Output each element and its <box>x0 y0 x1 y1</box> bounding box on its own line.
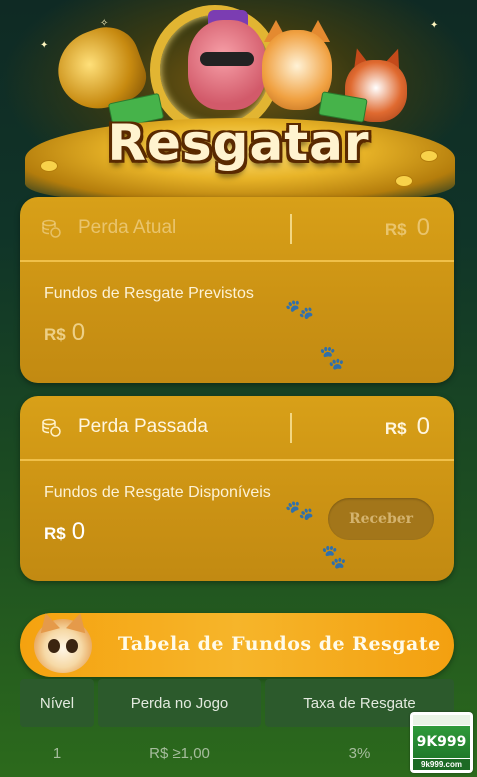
rescue-table-title: Tabela de Fundos de Resgate <box>118 633 441 655</box>
cat-avatar-icon <box>34 610 92 673</box>
expected-funds-amount: 0 <box>71 319 86 346</box>
past-loss-label: Perda Passada <box>78 416 208 437</box>
coin-stack-icon <box>42 219 61 238</box>
current-loss-label: Perda Atual <box>78 217 177 238</box>
receive-button[interactable]: Receber <box>328 498 434 540</box>
watermark-brand: 9K999 <box>413 726 470 758</box>
past-loss-header: Perda Passada R$ 0 <box>20 396 454 461</box>
current-loss-value: R$ 0 <box>385 214 430 242</box>
divider <box>290 413 292 443</box>
currency-label: R$ <box>384 419 407 438</box>
brand-watermark: 9K999 9k999.com <box>410 712 473 773</box>
hero-banner: ✦ ✦ ✧ Resgatar <box>0 0 477 205</box>
row-level: 1 <box>52 744 62 762</box>
watermark-top <box>413 715 470 725</box>
divider <box>290 214 292 244</box>
paw-icon: 🐾 <box>316 342 348 373</box>
coin-stack-icon <box>42 418 61 437</box>
row-loss: R$ ≥1,00 <box>149 744 210 762</box>
paw-icon: 🐾 <box>283 293 317 326</box>
currency-label: R$ <box>44 325 66 344</box>
past-loss-amount: 0 <box>416 413 430 440</box>
available-funds-value: R$ 0 <box>44 518 85 546</box>
currency-label: R$ <box>384 220 407 239</box>
watermark-site: 9k999.com <box>413 759 470 770</box>
cat-ear <box>36 610 60 634</box>
sparkle-icon: ✦ <box>430 20 439 31</box>
available-funds-amount: 0 <box>71 518 86 545</box>
cat-ear <box>66 610 90 634</box>
expected-funds-value: R$ 0 <box>44 319 85 347</box>
current-loss-card: Perda Atual R$ 0 Fundos de Resgate Previ… <box>20 197 454 383</box>
available-funds-label: Fundos de Resgate Disponíveis <box>44 484 271 501</box>
rescue-table-banner: Tabela de Fundos de Resgate <box>20 610 454 677</box>
coin <box>395 175 413 187</box>
cat-eye <box>48 639 60 653</box>
currency-label: R$ <box>44 524 66 543</box>
table-header-loss: Perda no Jogo <box>98 679 261 727</box>
past-loss-value: R$ 0 <box>385 413 430 441</box>
paw-icon: 🐾 <box>318 541 350 572</box>
paw-icon: 🐾 <box>283 494 317 527</box>
past-loss-card: Perda Passada R$ 0 Fundos de Resgate Dis… <box>20 396 454 581</box>
sparkle-icon: ✦ <box>40 40 49 51</box>
expected-funds-label: Fundos de Resgate Previstos <box>44 285 254 302</box>
page-title: Resgatar <box>107 114 370 172</box>
table-header-level: Nível <box>20 679 94 727</box>
current-loss-header: Perda Atual R$ 0 <box>20 197 454 262</box>
current-loss-amount: 0 <box>416 214 430 241</box>
cat-eye <box>66 639 78 653</box>
pig-mask <box>200 52 254 66</box>
